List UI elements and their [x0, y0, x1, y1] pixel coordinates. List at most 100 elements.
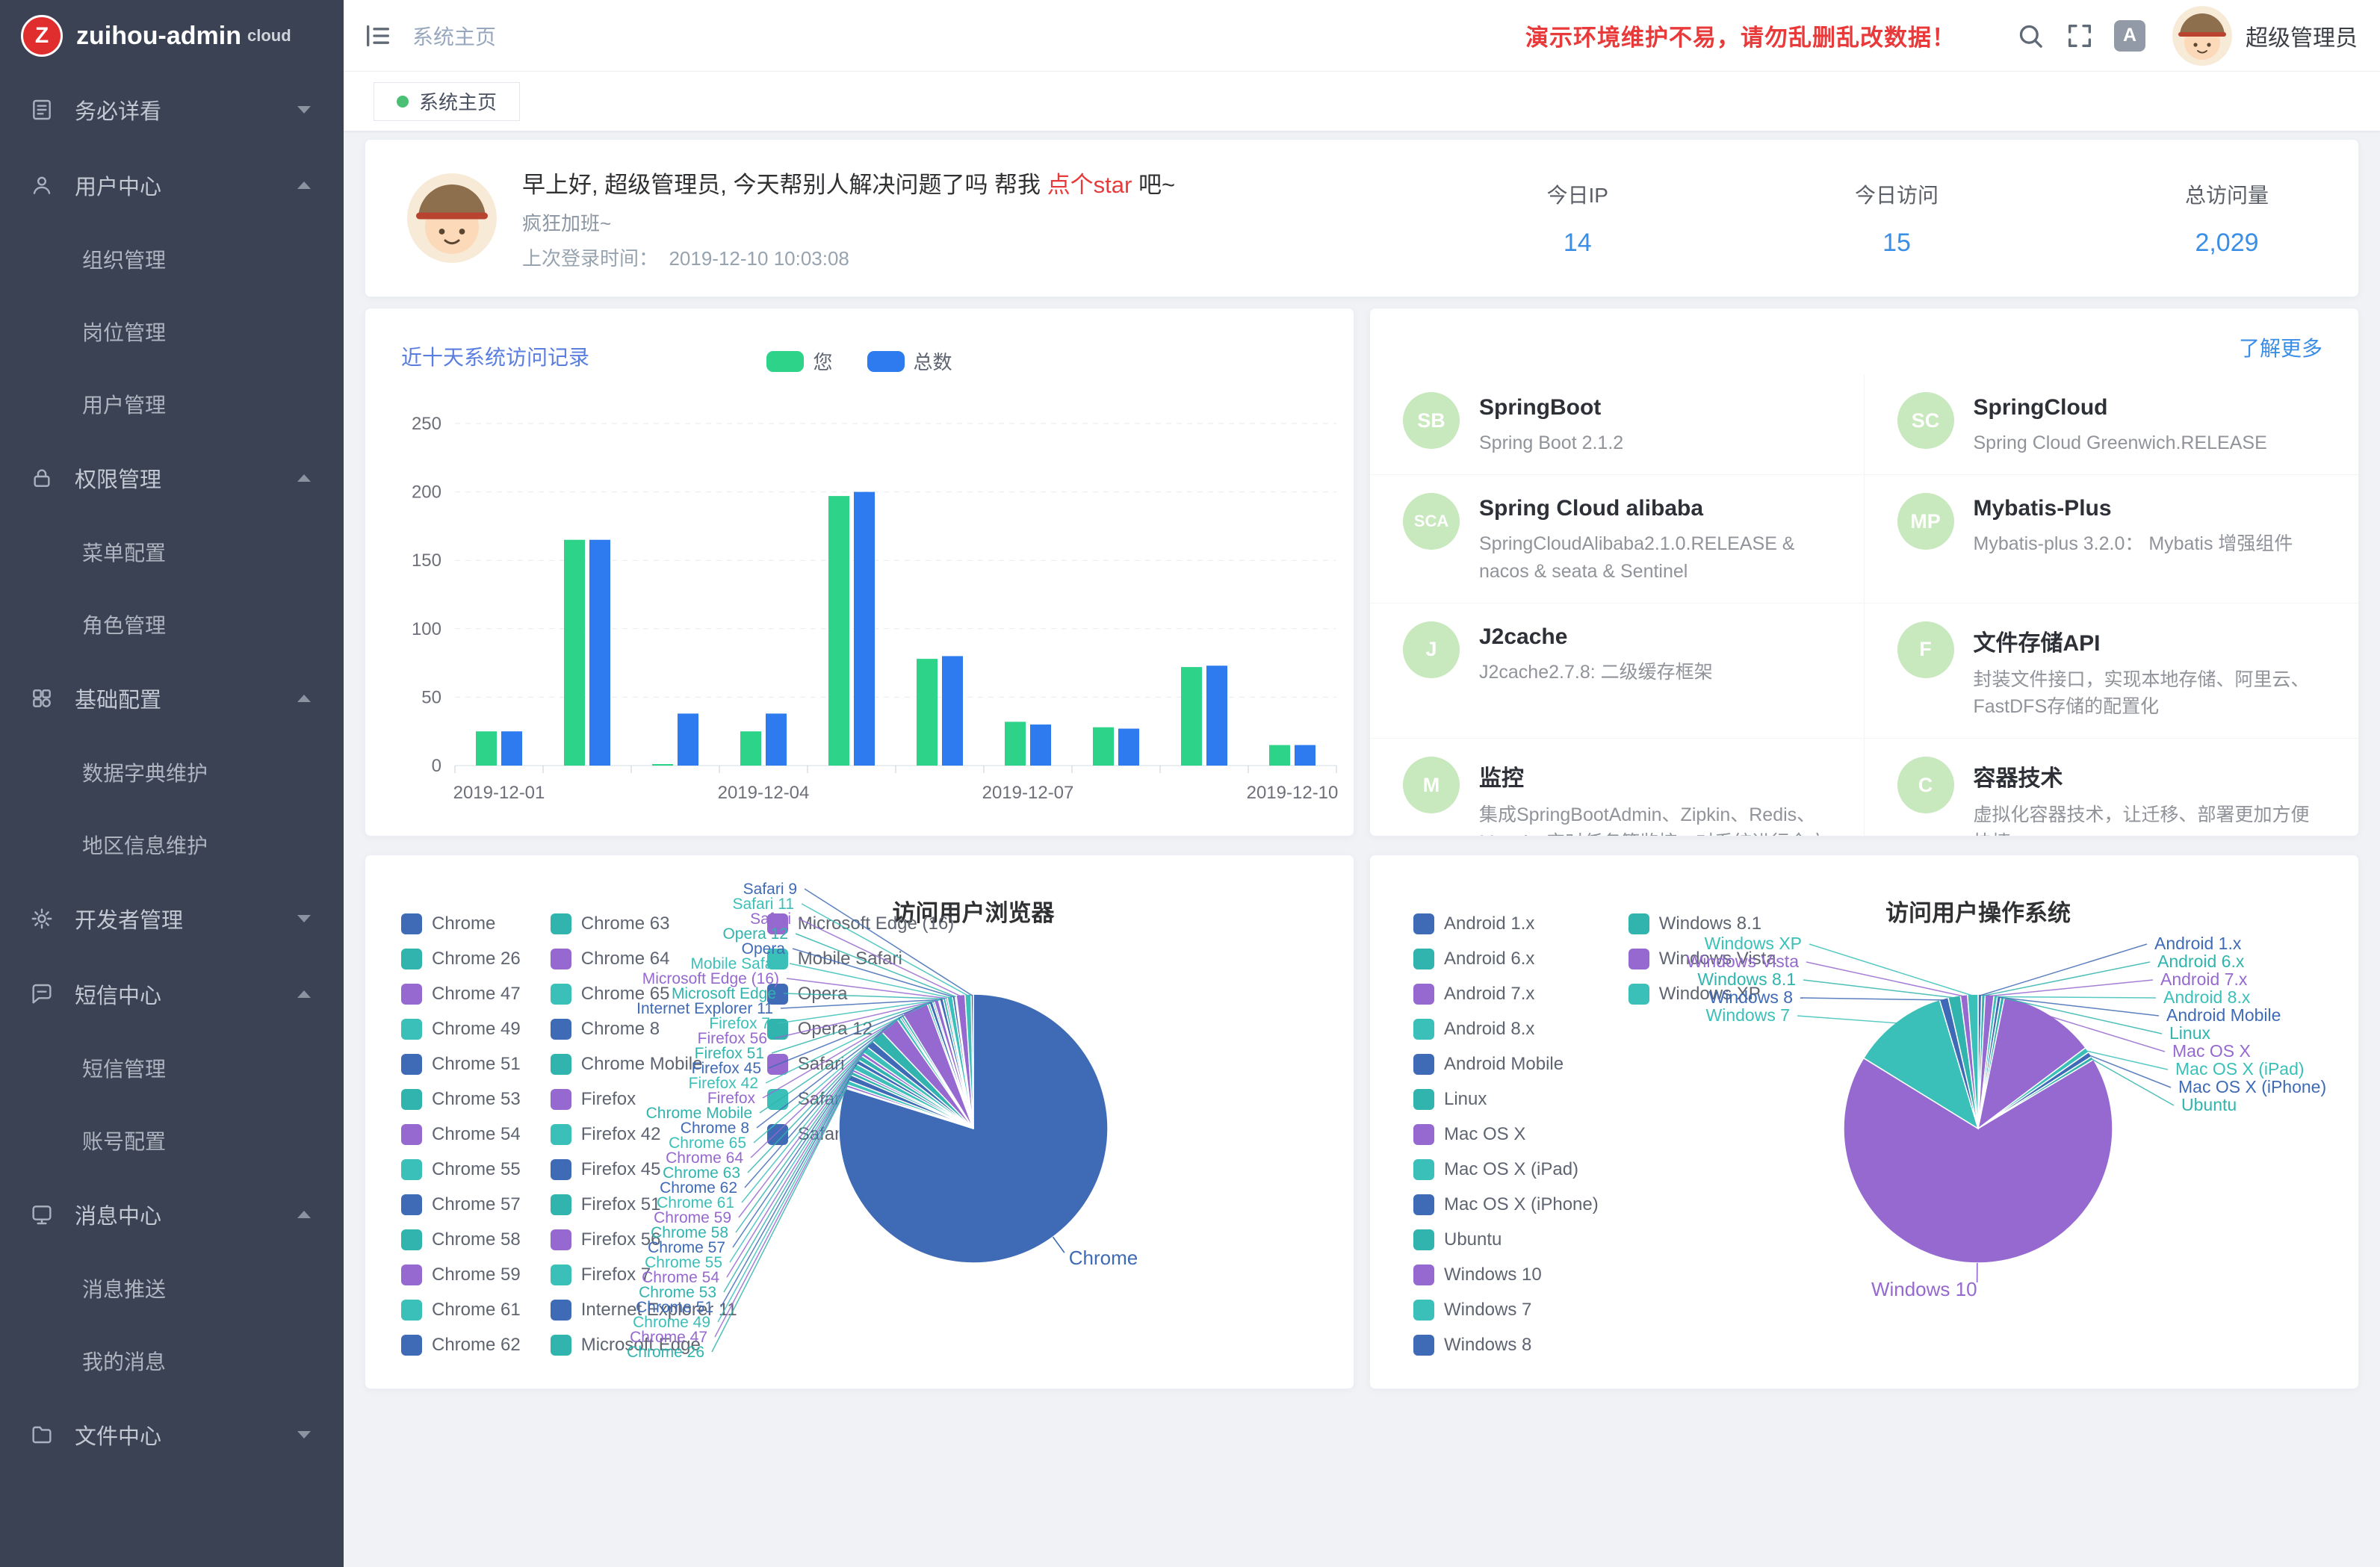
legend-item[interactable]: Chrome 65 [551, 976, 737, 1011]
tech-badge: F [1897, 621, 1954, 678]
tech-desc: 集成SpringBootAdmin、Zipkin、Redis、Mysql、定时任… [1479, 801, 1830, 837]
legend-item[interactable]: Windows Vista [1628, 941, 1776, 976]
legend-item[interactable]: Chrome 58 [401, 1222, 521, 1257]
sidebar-item-4[interactable]: 开发者管理 [0, 881, 344, 956]
legend-item[interactable]: Chrome [401, 906, 521, 941]
legend-item[interactable]: Chrome 54 [401, 1117, 521, 1152]
greeting-subtitle: 疯狂加班~ [522, 208, 1175, 236]
search-button[interactable] [2015, 21, 2045, 51]
legend-item[interactable]: Chrome 8 [551, 1011, 737, 1046]
legend-item[interactable]: Firefox 51 [551, 1187, 737, 1222]
sidebar-subitem[interactable]: 数据字典维护 [0, 736, 344, 808]
legend-item[interactable]: Safari [767, 1046, 954, 1082]
legend-item[interactable]: Safari 11 [767, 1082, 954, 1117]
bar-legend-item[interactable]: 您 [766, 347, 832, 375]
tech-desc: 封装文件接口，实现本地存储、阿里云、FastDFS存储的配置化 [1974, 666, 2325, 721]
sidebar-subitem[interactable]: 菜单配置 [0, 515, 344, 588]
sidebar-item-3[interactable]: 基础配置 [0, 660, 344, 736]
legend-item[interactable]: Windows 10 [1413, 1257, 1599, 1292]
legend-item[interactable]: Chrome 57 [401, 1187, 521, 1222]
legend-item[interactable]: Safari 9 [767, 1117, 954, 1152]
legend-item[interactable]: Chrome 61 [401, 1292, 521, 1327]
legend-item[interactable]: Android 6.x [1413, 941, 1599, 976]
sidebar-item-2[interactable]: 权限管理 [0, 440, 344, 515]
avatar[interactable] [2172, 6, 2232, 66]
legend-item[interactable]: Chrome 64 [551, 941, 737, 976]
legend-item[interactable]: Chrome 62 [401, 1327, 521, 1362]
sidebar-item-1[interactable]: 用户中心 [0, 147, 344, 223]
svg-text:Android 6.x: Android 6.x [2157, 952, 2245, 971]
sidebar-subitem[interactable]: 我的消息 [0, 1324, 344, 1397]
legend-swatch [1413, 1159, 1434, 1180]
legend-swatch [551, 913, 571, 934]
legend-item[interactable]: Windows 8 [1413, 1327, 1599, 1362]
legend-item[interactable]: Windows 7 [1413, 1292, 1599, 1327]
legend-item[interactable]: Opera [767, 976, 954, 1011]
sidebar-subitem[interactable]: 角色管理 [0, 588, 344, 660]
legend-item[interactable]: Firefox 45 [551, 1152, 737, 1187]
sidebar-item-7[interactable]: 文件中心 [0, 1397, 344, 1472]
legend-swatch [767, 984, 788, 1005]
legend-item[interactable]: Android Mobile [1413, 1046, 1599, 1082]
legend-item[interactable]: Android 1.x [1413, 906, 1599, 941]
svg-text:Android 7.x: Android 7.x [2160, 969, 2248, 989]
tab-home[interactable]: 系统主页 [374, 82, 520, 121]
legend-item[interactable]: Firefox [551, 1082, 737, 1117]
legend-item[interactable]: Microsoft Edge [551, 1327, 737, 1362]
font-size-button[interactable]: A [2114, 20, 2145, 52]
legend-item[interactable]: Chrome 63 [551, 906, 737, 941]
legend-item[interactable]: Chrome 26 [401, 941, 521, 976]
tech-item: SCSpringCloudSpring Cloud Greenwich.RELE… [1865, 374, 2359, 475]
svg-text:Windows 10: Windows 10 [1871, 1278, 1977, 1300]
legend-item[interactable]: Chrome 51 [401, 1046, 521, 1082]
legend-item[interactable]: Android 7.x [1413, 976, 1599, 1011]
sidebar-subitem[interactable]: 用户管理 [0, 367, 344, 440]
sidebar-item-0[interactable]: 务必详看 [0, 72, 344, 147]
star-link[interactable]: 点个star [1047, 172, 1132, 198]
sidebar-subitem[interactable]: 短信管理 [0, 1031, 344, 1104]
legend-item[interactable]: Mac OS X (iPad) [1413, 1152, 1599, 1187]
legend-item[interactable]: Ubuntu [1413, 1222, 1599, 1257]
legend-item[interactable]: Chrome 55 [401, 1152, 521, 1187]
fullscreen-button[interactable] [2065, 21, 2095, 51]
legend-swatch [1413, 949, 1434, 969]
sidebar-subitem[interactable]: 账号配置 [0, 1104, 344, 1176]
sidebar-item-6[interactable]: 消息中心 [0, 1176, 344, 1252]
grid-icon [30, 686, 54, 710]
sidebar-subitem[interactable]: 岗位管理 [0, 295, 344, 367]
legend-item[interactable]: Firefox 42 [551, 1117, 737, 1152]
legend-item[interactable]: Internet Explorer 11 [551, 1292, 737, 1327]
collapse-menu-icon[interactable] [363, 21, 393, 51]
last-login: 上次登录时间： 2019-12-10 10:03:08 [522, 243, 1175, 271]
legend-item[interactable]: Firefox 7 [551, 1257, 737, 1292]
legend-item[interactable]: Chrome 47 [401, 976, 521, 1011]
svg-text:Chrome: Chrome [1069, 1247, 1138, 1269]
legend-item[interactable]: Mac OS X [1413, 1117, 1599, 1152]
tech-title: J2cache [1479, 624, 1713, 650]
legend-item[interactable]: Chrome 49 [401, 1011, 521, 1046]
learn-more-link[interactable]: 了解更多 [2239, 332, 2322, 362]
sidebar-item-5[interactable]: 短信中心 [0, 956, 344, 1031]
sidebar-subitem[interactable]: 组织管理 [0, 223, 344, 295]
legend-item[interactable]: Chrome Mobile [551, 1046, 737, 1082]
legend-item[interactable]: Chrome 59 [401, 1257, 521, 1292]
legend-item[interactable]: Chrome 53 [401, 1082, 521, 1117]
legend-item[interactable]: Firefox 56 [551, 1222, 737, 1257]
legend-swatch [551, 1019, 571, 1040]
legend-item[interactable]: Windows 8.1 [1628, 906, 1776, 941]
bar-legend-item[interactable]: 总数 [867, 347, 952, 375]
active-tab-dot [397, 96, 409, 108]
sidebar-subitem[interactable]: 地区信息维护 [0, 808, 344, 881]
legend-item[interactable]: Microsoft Edge (16) [767, 906, 954, 941]
legend-item[interactable]: Opera 12 [767, 1011, 954, 1046]
legend-item[interactable]: Linux [1413, 1082, 1599, 1117]
legend-swatch [401, 984, 422, 1005]
legend-item[interactable]: Mac OS X (iPhone) [1413, 1187, 1599, 1222]
tech-item: MPMybatis-PlusMybatis-plus 3.2.0： Mybati… [1865, 475, 2359, 603]
legend-item[interactable]: Windows XP [1628, 976, 1776, 1011]
legend-swatch [1413, 1124, 1434, 1145]
legend-item[interactable]: Mobile Safari [767, 941, 954, 976]
visits-bar-chart[interactable]: 0501001502002502019-12-012019-12-042019-… [365, 308, 1354, 837]
sidebar-subitem[interactable]: 消息推送 [0, 1252, 344, 1324]
legend-item[interactable]: Android 8.x [1413, 1011, 1599, 1046]
